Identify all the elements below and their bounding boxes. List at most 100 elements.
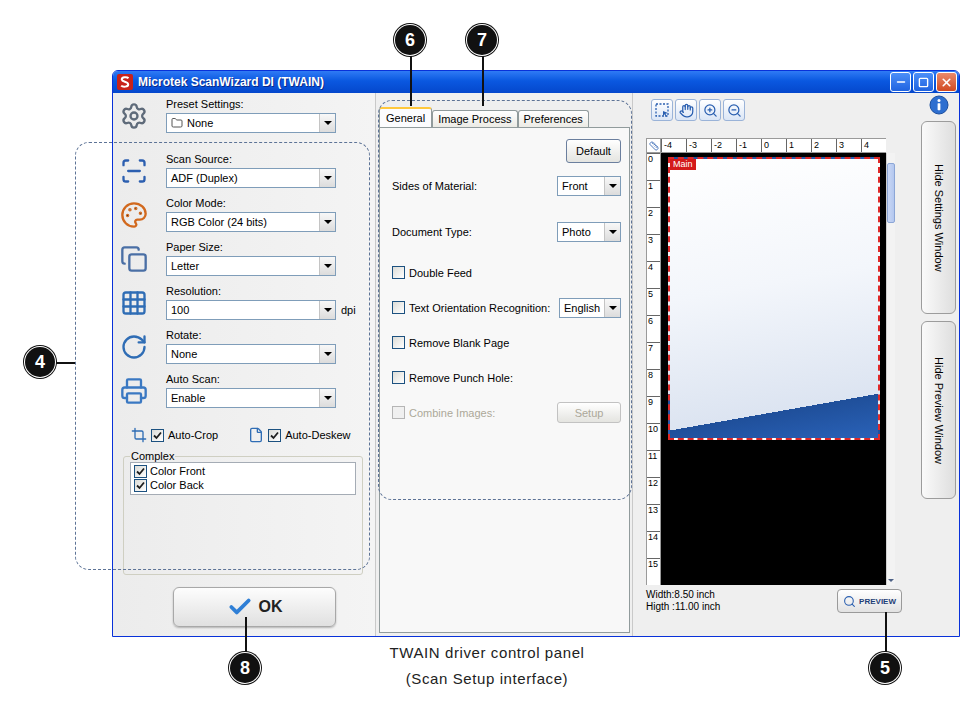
dropdown-arrow-icon[interactable] [319,213,335,231]
dropdown-arrow-icon[interactable] [319,389,335,407]
complex-item[interactable]: Color Back [134,479,352,492]
zoom-out-tool[interactable] [723,99,745,121]
option-label: Remove Blank Page [409,337,509,349]
maximize-button[interactable] [913,72,934,92]
scan-source-icon [120,157,148,185]
preview-label: PREVIEW [859,597,896,606]
dropdown[interactable]: Photo [557,222,621,242]
checkbox[interactable] [134,465,147,478]
dropdown[interactable]: Enable [166,388,336,408]
close-button[interactable] [936,72,957,92]
dropdown[interactable]: None [166,344,336,364]
setting-label: Paper Size: [166,241,336,254]
title-bar: Microtek ScanWizard DI (TWAIN) [113,71,959,93]
info-icon[interactable] [929,95,949,115]
setting-control: 100 dpi [166,300,356,320]
setting-body: Resolution:100dpi [166,285,356,320]
default-button[interactable]: Default [566,139,621,163]
dropdown[interactable]: ADF (Duplex) [166,168,336,188]
option-row: Double Feed [392,255,621,290]
setting-row: Preset Settings: None [118,98,367,133]
dropdown-arrow-icon[interactable] [604,223,620,241]
zoom-out-icon [727,103,742,118]
zoom-in-tool[interactable] [699,99,721,121]
scan-size: Width:8.50 inchHigth :11.00 inch [646,589,720,613]
callout-badge: 4 [25,347,55,377]
option-row: Remove Punch Hole: [392,360,621,395]
checkbox[interactable] [392,266,405,279]
option-label: Sides of Material: [392,180,477,192]
tab[interactable]: Preferences [518,110,589,127]
ruler-tick: -3 [686,139,711,152]
dropdown-arrow-icon[interactable] [319,345,335,363]
paper-size-icon [120,245,148,273]
dropdown[interactable]: English [559,298,621,318]
side-toggle-button[interactable]: Hide Preview Window [921,321,956,499]
checkbox[interactable] [268,429,281,442]
ok-label: OK [259,598,283,616]
side-toggle-label: Hide Settings Window [933,164,945,272]
caption-line: (Scan Setup interface) [406,666,568,692]
preview-area: Main [661,153,886,585]
scrollbar-thumb[interactable] [887,163,895,223]
select-tool[interactable] [651,99,673,121]
dropdown-value: Enable [167,389,319,407]
scan-frame[interactable]: Main [668,157,880,440]
scrollbar[interactable] [886,153,895,585]
checkbox[interactable] [392,371,405,384]
tab[interactable]: General [379,107,432,127]
dropdown-arrow-icon[interactable] [319,169,335,187]
ok-button[interactable]: OK [173,587,336,627]
checkbox[interactable] [392,336,405,349]
logo-mark-icon [120,76,130,88]
setting-control: ADF (Duplex) [166,168,336,188]
zoom-in-icon [703,103,718,118]
dropdown[interactable]: Letter [166,256,336,276]
ruler-icon [649,141,659,151]
dropdown[interactable]: Front [557,176,621,196]
dropdown-arrow-icon[interactable] [604,177,620,195]
vertical-ruler: 0123456789101112131415 [646,153,661,585]
dropdown-arrow-icon[interactable] [604,299,620,317]
tab-content: DefaultSides of Material:FrontDocument T… [379,127,630,633]
dropdown-arrow-icon[interactable] [319,257,335,275]
unit-label: dpi [341,304,356,316]
checkbox[interactable] [134,479,147,492]
setting-row: Color Mode:RGB Color (24 bits) [118,197,367,232]
callout-badge: 5 [870,653,900,683]
option-row: Combine Images:Setup [392,395,621,430]
complex-list: Color FrontColor Back [130,462,356,495]
checkbox[interactable] [151,429,164,442]
setting-icon-slot [118,199,150,231]
ruler-tick: 0 [647,153,660,180]
option-label: Remove Punch Hole: [409,372,513,384]
option-item[interactable]: Auto-Crop [131,427,218,443]
preview-row: 0123456789101112131415 Main [646,153,906,585]
setting-row: Paper Size: Letter [118,241,367,276]
option-item[interactable]: Auto-Deskew [248,427,350,443]
caption-line: TWAIN driver control panel [389,640,584,666]
dropdown[interactable]: RGB Color (24 bits) [166,212,336,232]
dropdown-arrow-icon[interactable] [319,114,335,132]
folder-icon [171,117,183,129]
options-row: Auto-Crop Auto-Deskew [118,427,367,443]
preview-icon [843,595,856,608]
side-toggle-button[interactable]: Hide Settings Window [921,121,956,314]
setting-control: None [166,113,336,133]
tab[interactable]: Image Process [432,110,517,127]
dropdown[interactable]: None [166,113,336,133]
dropdown-arrow-icon[interactable] [319,301,335,319]
scroll-down-icon[interactable] [887,575,895,585]
pan-tool[interactable] [675,99,697,121]
side-toggle-label: Hide Preview Window [933,357,945,464]
checkbox[interactable] [392,301,405,314]
setup-button: Setup [557,402,621,423]
minimize-button[interactable] [890,72,911,92]
setting-icon-slot [118,155,150,187]
preview-button[interactable]: PREVIEW [837,589,902,613]
complex-item[interactable]: Color Front [134,465,352,478]
setting-row: Auto Scan:Enable [118,373,367,408]
dropdown[interactable]: 100 [166,300,336,320]
setting-label: Preset Settings: [166,98,336,111]
ruler-unit-button[interactable] [646,138,661,153]
